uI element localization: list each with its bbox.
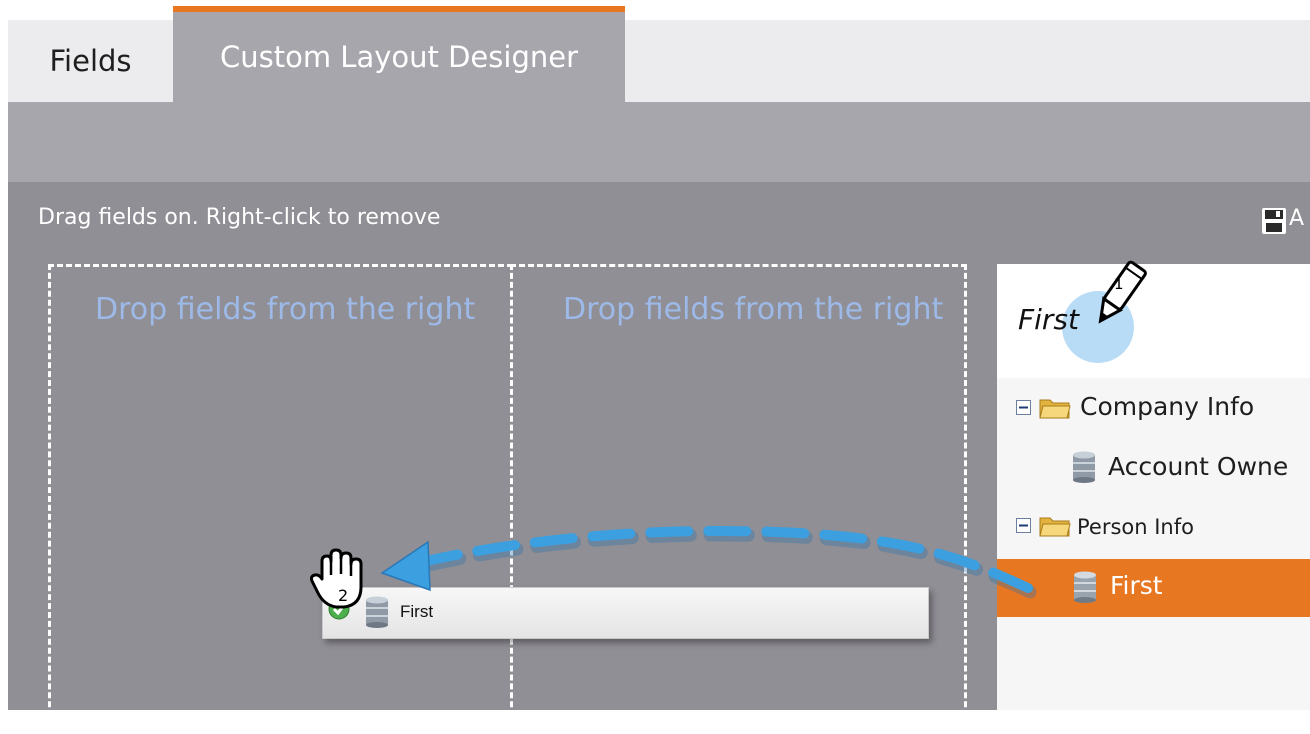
drop-zone-placeholder: Drop fields from the right [563, 292, 944, 327]
folder-icon [1039, 517, 1071, 537]
save-button-label[interactable]: A [1289, 206, 1304, 231]
tree-folder-company-info[interactable]: Company Info [1080, 392, 1254, 421]
dragged-field-label: First [400, 602, 434, 621]
step-2-label: 2 [338, 586, 348, 605]
database-icon [1074, 571, 1096, 603]
drop-zone-left[interactable] [48, 264, 513, 734]
instructions-text: Drag fields on. Right-click to remove [38, 205, 441, 230]
pencil-icon: 1 [1098, 260, 1147, 324]
collapse-icon[interactable] [1016, 400, 1031, 415]
tab-fields[interactable]: Fields [8, 20, 173, 102]
step-1-label: 1 [1114, 275, 1124, 293]
folder-icon [1039, 399, 1071, 419]
tree-field-account-owner[interactable]: Account Owne [1108, 452, 1288, 481]
field-search-input[interactable]: First [1018, 303, 1079, 336]
save-icon[interactable] [1262, 208, 1286, 234]
tree-field-first-label: First [1110, 571, 1163, 600]
toolbar [8, 102, 1310, 182]
grab-hand-icon: 2 [309, 548, 363, 609]
drop-zone-right[interactable] [510, 264, 967, 734]
left-edge [0, 102, 8, 710]
drop-zone-placeholder: Drop fields from the right [95, 292, 476, 327]
tab-bar-filler [625, 20, 1310, 102]
collapse-icon[interactable] [1016, 518, 1031, 533]
tab-custom-layout-designer[interactable]: Custom Layout Designer [173, 6, 625, 102]
database-icon [1073, 451, 1095, 483]
tree-folder-person-info[interactable]: Person Info [1077, 515, 1194, 539]
